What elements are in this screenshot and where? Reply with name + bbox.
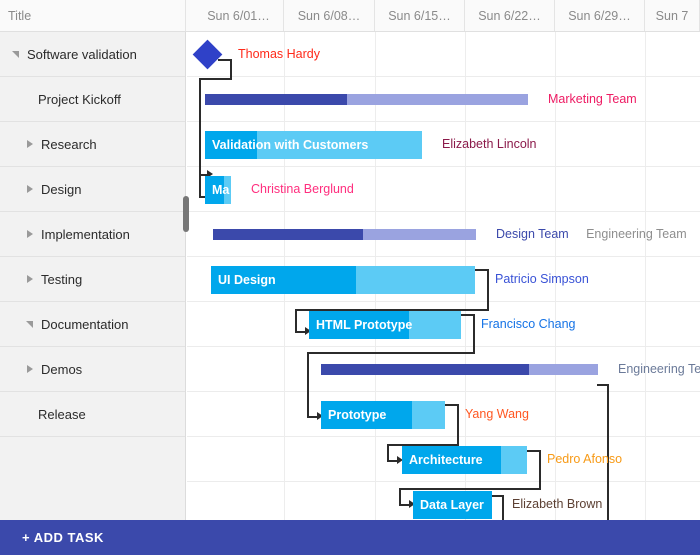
dependency-link [230,59,232,80]
assignee-name-label: Pedro Afonso [547,452,623,466]
bar-remaining-fill [223,176,231,204]
dependency-link [487,269,489,311]
task-list-row[interactable]: Release [0,392,185,437]
dependency-link [295,309,297,333]
summary-bar[interactable] [213,229,476,240]
task-bar[interactable]: UI Design [211,266,475,294]
bar-remaining-fill [362,229,476,240]
summary-bar[interactable] [205,94,528,105]
task-list-row[interactable]: Documentation [0,302,185,347]
assignee-name-label: Christina Berglund [251,182,354,196]
expand-triangle-icon[interactable] [24,227,38,241]
column-header-title[interactable]: Title [0,0,186,31]
bar-progress-fill [309,311,410,339]
task-list-row[interactable]: Design [0,167,185,212]
dependency-link [399,488,541,490]
task-list-row[interactable]: Research [0,122,185,167]
column-header-date-label: Sun 6/01… [207,8,270,23]
team-name-label-secondary: Engineering Team [586,227,687,241]
assignee-name-label: Yang Wang [465,407,529,421]
dependency-link [307,352,309,418]
task-list-row[interactable]: Implementation [0,212,185,257]
bar-remaining-fill [356,266,475,294]
task-bar[interactable]: Ma [205,176,231,204]
dependency-link [199,78,201,198]
expand-triangle-icon[interactable] [24,272,38,286]
add-task-label: + ADD TASK [22,530,104,545]
bar-remaining-fill [257,131,422,159]
dependency-link [502,495,504,520]
column-header-date-label: Sun 6/22… [478,8,541,23]
collapse-triangle-icon[interactable] [10,47,24,61]
bar-remaining-fill [347,94,528,105]
column-header-date-label: Sun 6/29… [568,8,631,23]
timeline-header: Title Sun 6/01… Sun 6/08… Sun 6/15… Sun 6/2… [0,0,700,32]
expand-triangle-icon[interactable] [24,182,38,196]
expand-triangle-icon[interactable] [24,362,38,376]
column-header-date-4[interactable]: Sun 6/29… [555,0,645,31]
task-bar[interactable]: Architecture [402,446,527,474]
column-header-date-1[interactable]: Sun 6/08… [284,0,375,31]
task-name-label: Implementation [41,226,130,242]
column-header-date-label: Sun 6/15… [388,8,451,23]
task-list-row[interactable]: Testing [0,257,185,302]
bar-progress-fill [213,229,363,240]
bar-progress-fill [205,176,224,204]
column-header-date-0[interactable]: Sun 6/01… [194,0,284,31]
task-name-label: Research [41,136,97,152]
gantt-timeline-pane: Thomas Hardy Marketing Team Validation wit… [187,32,700,520]
column-header-date-5[interactable]: Sun 7 [645,0,700,31]
column-header-date-label: Sun 7 [655,8,689,23]
task-name-label: Demos [41,361,83,377]
bar-progress-fill [211,266,357,294]
task-list-pane: Software validation Project Kickoff Resear… [0,32,186,520]
assignee-name-label: Elizabeth Brown [512,497,603,511]
bar-remaining-fill [411,401,445,429]
task-name-label: Software validation [27,46,137,62]
task-list-row[interactable]: Demos [0,347,185,392]
bar-progress-fill [413,491,492,519]
bar-progress-fill [402,446,501,474]
gantt-chart-app: Title Sun 6/01… Sun 6/08… Sun 6/15… Sun 6/2… [0,0,700,555]
dependency-link [457,404,459,446]
column-header-date-label: Sun 6/08… [297,8,361,23]
assignee-name-label: Thomas Hardy [238,47,320,61]
bar-remaining-fill [409,311,461,339]
expand-triangle-icon[interactable] [24,137,38,151]
bar-progress-fill [205,94,348,105]
dependency-link [199,78,232,80]
assignee-name-label: Elizabeth Lincoln [442,137,537,151]
bar-progress-fill [321,401,412,429]
task-name-label: Testing [41,271,83,287]
task-bar[interactable]: Data Layer [413,491,492,519]
team-name-label: Design Team [496,227,569,241]
task-list-row[interactable]: Software validation [0,32,185,77]
column-header-date-3[interactable]: Sun 6/22… [465,0,555,31]
team-name-label: Marketing Team [548,92,637,106]
team-name-label: Engineering Te [618,362,700,376]
dependency-link [307,352,475,354]
bar-progress-fill [205,131,258,159]
task-name-label: Design [41,181,82,197]
task-bar[interactable]: HTML Prototype [309,311,461,339]
vertical-scrollbar-thumb[interactable] [183,196,189,232]
column-header-date-2[interactable]: Sun 6/15… [375,0,465,31]
dependency-link [539,450,541,490]
assignee-name-label: Patricio Simpson [495,272,589,286]
assignee-name-label: Francisco Chang [481,317,576,331]
bar-remaining-fill [528,364,598,375]
task-bar[interactable]: Prototype [321,401,445,429]
task-list-row[interactable]: Project Kickoff [0,77,185,122]
collapse-triangle-icon[interactable] [24,317,38,331]
column-header-title-label: Title [8,8,32,23]
bar-remaining-fill [500,446,527,474]
add-task-bar[interactable]: + ADD TASK [0,520,700,555]
task-name-label: Documentation [41,316,129,332]
task-name-label: Project Kickoff [38,91,121,107]
task-bar[interactable]: Validation with Customers [205,131,422,159]
summary-bar[interactable] [321,364,598,375]
dependency-link [473,314,475,354]
bar-progress-fill [321,364,529,375]
task-name-label: Release [38,406,86,422]
